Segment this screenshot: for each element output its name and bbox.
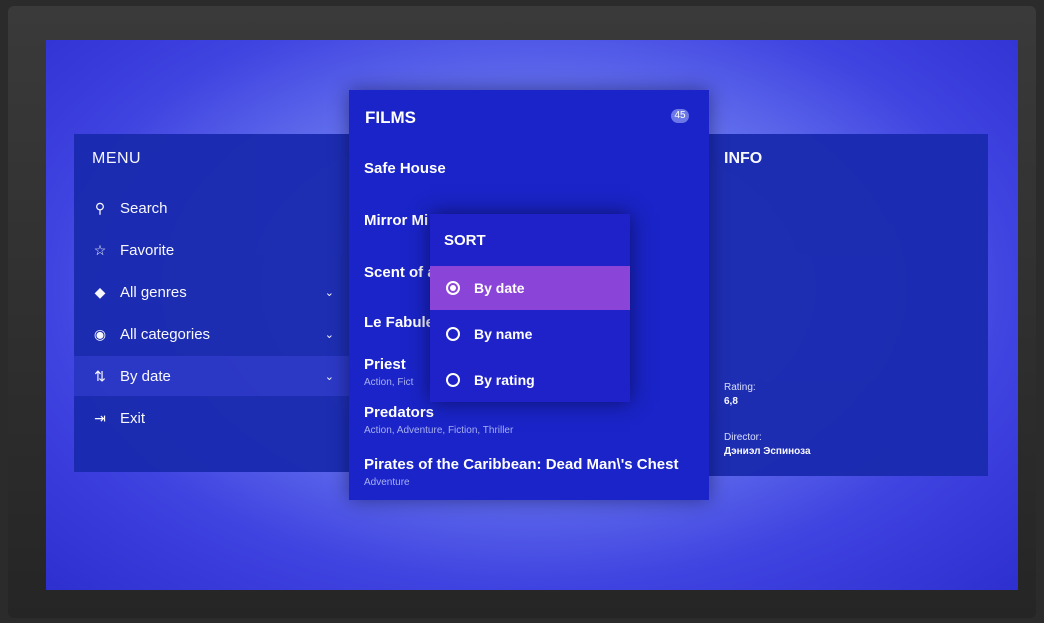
sort-option-by-name[interactable]: By name [430, 312, 630, 356]
director-label: Director: [724, 432, 762, 443]
film-item[interactable]: Pirates of the Caribbean: Dead Man\'s Ch… [364, 456, 704, 488]
chevron-down-icon: ⌄ [324, 328, 334, 341]
film-title: Safe House [364, 160, 446, 177]
film-item[interactable]: Predators Action, Adventure, Fiction, Th… [364, 404, 704, 436]
menu-item-label: All categories [120, 325, 211, 343]
film-title: Predators [364, 404, 435, 421]
sort-dialog: SORT By date By name By rating [430, 214, 630, 402]
menu-item-favorite[interactable]: ☆ Favorite [74, 230, 354, 270]
film-genres: Adventure [364, 477, 410, 488]
menu-item-search[interactable]: ⚲ Search [74, 188, 354, 228]
menu-panel: MENU ⚲ Search ☆ Favorite ◆ All genres ⌄ … [74, 134, 354, 472]
menu-item-label: All genres [120, 283, 187, 301]
director-value: Дэниэл Эспиноза [724, 446, 811, 457]
films-title: FILMS [365, 108, 416, 127]
chevron-down-icon: ⌄ [324, 286, 334, 299]
films-count-badge: 45 [671, 109, 689, 123]
menu-item-by-date[interactable]: ⇅ By date ⌄ [74, 356, 354, 396]
rating-label: Rating: [724, 382, 756, 393]
genres-icon: ◆ [94, 283, 106, 300]
sort-icon: ⇅ [94, 367, 106, 384]
radio-selected-icon [446, 281, 460, 295]
menu-item-all-categories[interactable]: ◉ All categories ⌄ [74, 314, 354, 354]
info-panel: INFO Rating: 6,8 Director: Дэниэл Эспино… [708, 134, 988, 476]
exit-icon: ⇥ [94, 409, 106, 426]
film-item[interactable]: Safe House [364, 160, 704, 177]
rating-value: 6,8 [724, 396, 738, 407]
sort-title: SORT [444, 232, 486, 249]
sort-option-label: By name [474, 326, 533, 342]
menu-item-label: Favorite [120, 241, 175, 259]
sort-option-label: By date [474, 280, 525, 296]
radio-unselected-icon [446, 327, 460, 341]
chevron-down-icon: ⌄ [324, 370, 334, 383]
menu-item-exit[interactable]: ⇥ Exit [74, 398, 354, 438]
radio-unselected-icon [446, 373, 460, 387]
sort-option-label: By rating [474, 372, 535, 388]
search-icon: ⚲ [94, 199, 106, 216]
tv-screen: MENU ⚲ Search ☆ Favorite ◆ All genres ⌄ … [46, 40, 1018, 590]
star-icon: ☆ [93, 241, 107, 258]
menu-item-label: Exit [120, 409, 146, 427]
menu-item-label: Search [120, 199, 168, 217]
menu-item-label: By date [120, 367, 171, 385]
categories-icon: ◉ [93, 325, 107, 342]
film-genres: Action, Adventure, Fiction, Thriller [364, 425, 514, 436]
menu-item-all-genres[interactable]: ◆ All genres ⌄ [74, 272, 354, 312]
sort-option-by-date[interactable]: By date [430, 266, 630, 310]
info-title: INFO [724, 150, 763, 167]
sort-option-by-rating[interactable]: By rating [430, 358, 630, 402]
menu-title: MENU [92, 150, 142, 167]
film-title: Pirates of the Caribbean: Dead Man\'s Ch… [364, 456, 679, 473]
